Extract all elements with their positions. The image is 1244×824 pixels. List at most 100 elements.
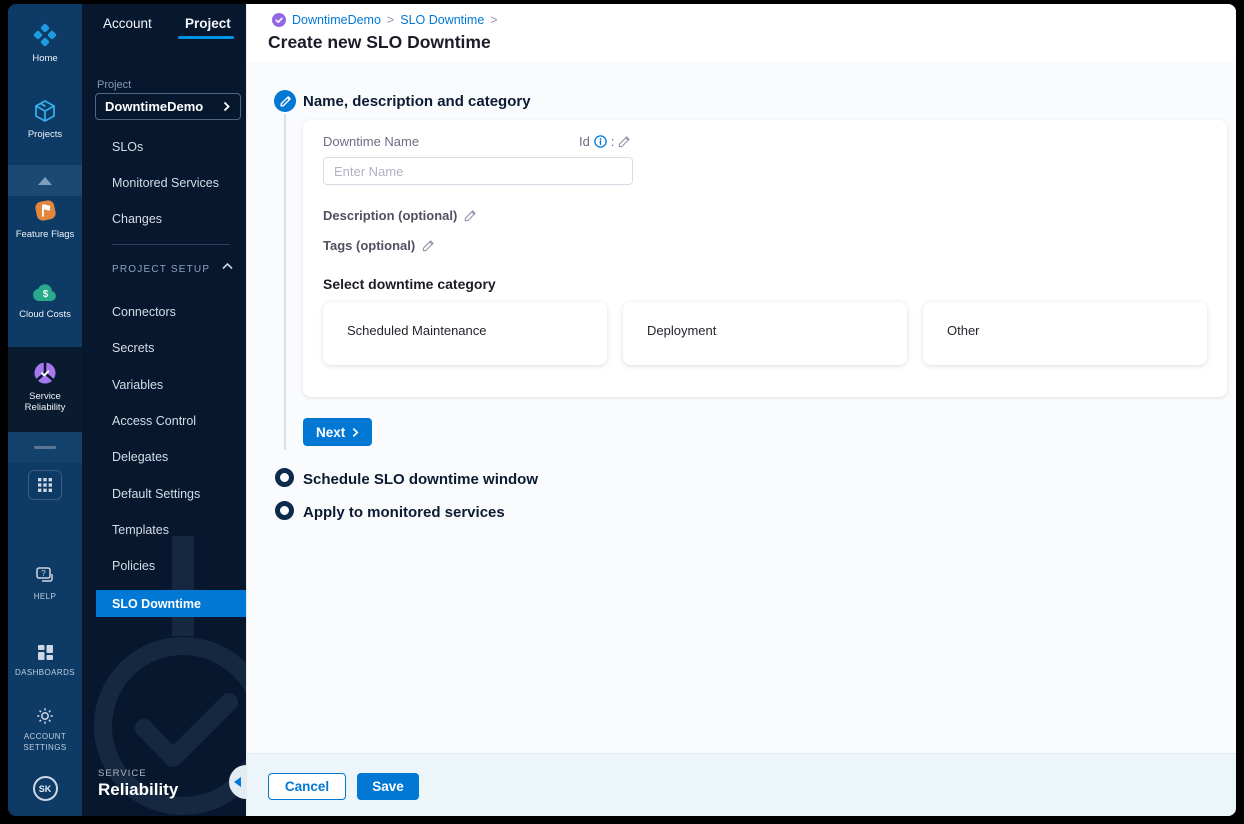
rail-item-cloud-costs[interactable]: $ Cloud Costs	[8, 280, 82, 320]
grid-icon	[28, 470, 62, 500]
breadcrumb: DowntimeDemo > SLO Downtime >	[272, 13, 498, 27]
module-rail: Home Projects Feature Flags $ Cloud Cost…	[8, 4, 82, 816]
tags-row: Tags (optional)	[323, 238, 435, 253]
rail-item-dashboards[interactable]: DASHBOARDS	[8, 643, 82, 678]
pencil-icon	[280, 95, 291, 106]
chevron-up-icon[interactable]	[222, 263, 233, 270]
active-tab-underline	[178, 36, 234, 39]
step1-title: Name, description and category	[303, 93, 531, 110]
category-section-label: Select downtime category	[323, 276, 496, 292]
step2-title[interactable]: Schedule SLO downtime window	[303, 471, 538, 488]
project-sidebar: Account Project Project DowntimeDemo SLO…	[82, 4, 246, 816]
chevron-right-icon	[223, 101, 230, 112]
cloud-costs-icon: $	[32, 284, 56, 302]
app-window: Home Projects Feature Flags $ Cloud Cost…	[8, 4, 1236, 816]
breadcrumb-separator: >	[490, 13, 498, 27]
breadcrumb-separator: >	[386, 13, 395, 27]
cancel-button[interactable]: Cancel	[268, 773, 346, 800]
svg-text:?: ?	[41, 569, 46, 578]
category-card-label: Scheduled Maintenance	[347, 323, 487, 338]
sidebar-item-policies[interactable]: Policies	[112, 559, 155, 575]
rail-item-service-reliability[interactable]: Service Reliability	[8, 360, 82, 413]
action-footer: Cancel Save	[247, 753, 1236, 816]
module-picker-button[interactable]	[8, 470, 82, 500]
rail-item-account-settings[interactable]: ACCOUNT SETTINGS	[8, 706, 82, 753]
sidebar-item-delegates[interactable]: Delegates	[112, 450, 168, 466]
step3-title[interactable]: Apply to monitored services	[303, 504, 505, 521]
tab-project[interactable]: Project	[185, 16, 231, 31]
downtime-name-label: Downtime Name	[323, 134, 420, 149]
id-colon: :	[610, 134, 615, 149]
downtime-name-input[interactable]	[323, 157, 633, 185]
svg-text:$: $	[42, 289, 48, 300]
sidebar-collapse-button[interactable]	[229, 765, 246, 799]
rail-expand-strip[interactable]	[8, 165, 82, 196]
service-reliability-icon	[34, 362, 56, 384]
sidebar-item-access-control[interactable]: Access Control	[112, 414, 196, 430]
sidebar-item-connectors[interactable]: Connectors	[112, 305, 176, 321]
category-card-other[interactable]: Other	[923, 302, 1207, 365]
help-chat-icon: ?	[36, 567, 53, 582]
rail-item-help[interactable]: ? HELP	[8, 566, 82, 602]
sidebar-item-monitored-services[interactable]: Monitored Services	[112, 176, 219, 192]
rail-item-feature-flags[interactable]: Feature Flags	[8, 197, 82, 240]
id-label: Id	[579, 134, 590, 149]
rail-item-projects[interactable]: Projects	[8, 98, 82, 140]
page-title: Create new SLO Downtime	[268, 32, 491, 52]
gear-icon	[37, 708, 53, 724]
service-reliability-crumb-icon	[272, 13, 286, 27]
user-avatar-button[interactable]: SK	[8, 776, 82, 801]
tags-label: Tags (optional)	[323, 238, 416, 253]
sidebar-divider	[112, 244, 230, 245]
info-icon[interactable]	[594, 135, 607, 148]
id-group: Id :	[579, 134, 631, 149]
next-button-label: Next	[316, 424, 346, 440]
step-connector-line	[284, 114, 286, 450]
sidebar-item-slos[interactable]: SLOs	[112, 140, 143, 156]
sidebar-item-templates[interactable]: Templates	[112, 523, 169, 539]
drag-handle-icon	[34, 446, 56, 449]
page-header: DowntimeDemo > SLO Downtime > Create new…	[247, 4, 1236, 62]
project-selector-value: DowntimeDemo	[105, 99, 204, 114]
sidebar-item-secrets[interactable]: Secrets	[112, 341, 154, 357]
category-card-deployment[interactable]: Deployment	[623, 302, 907, 365]
sidebar-item-default-settings[interactable]: Default Settings	[112, 487, 200, 503]
avatar: SK	[32, 776, 58, 801]
project-field-label: Project	[97, 79, 132, 91]
main-content: DowntimeDemo > SLO Downtime > Create new…	[246, 4, 1236, 816]
breadcrumb-project-link[interactable]: DowntimeDemo	[292, 13, 381, 27]
chevron-right-icon	[352, 427, 359, 437]
save-button[interactable]: Save	[357, 773, 419, 800]
projects-cube-icon	[35, 99, 55, 123]
breadcrumb-section-link[interactable]: SLO Downtime	[400, 13, 484, 27]
sidebar-item-changes[interactable]: Changes	[112, 212, 162, 228]
module-kicker: SERVICE	[98, 768, 147, 779]
step3-indicator[interactable]	[275, 501, 294, 520]
edit-id-pencil-icon[interactable]	[618, 135, 631, 148]
module-title: Reliability	[98, 780, 179, 799]
home-icon	[33, 23, 57, 47]
description-row: Description (optional)	[323, 208, 477, 223]
sidebar-item-slo-downtime-active[interactable]: SLO Downtime	[96, 590, 246, 617]
description-label: Description (optional)	[323, 208, 458, 223]
feature-flags-icon	[34, 200, 56, 221]
step2-indicator[interactable]	[275, 468, 294, 487]
chevron-up-icon	[38, 177, 52, 185]
project-setup-header[interactable]: PROJECT SETUP	[112, 264, 210, 275]
dashboards-icon	[37, 645, 53, 660]
step1-form-card: Downtime Name Id : Description (optional…	[303, 120, 1227, 397]
sidebar-item-variables[interactable]: Variables	[112, 378, 163, 394]
category-card-label: Deployment	[647, 323, 717, 338]
chevron-left-icon	[234, 777, 241, 787]
active-item-label: SLO Downtime	[112, 596, 201, 611]
step1-badge	[274, 90, 296, 112]
rail-resize-strip[interactable]	[8, 432, 82, 463]
tab-account[interactable]: Account	[103, 16, 152, 31]
category-card-label: Other	[947, 323, 980, 338]
category-card-scheduled-maintenance[interactable]: Scheduled Maintenance	[323, 302, 607, 365]
edit-description-pencil-icon[interactable]	[464, 209, 477, 222]
rail-item-home[interactable]: Home	[8, 22, 82, 64]
edit-tags-pencil-icon[interactable]	[422, 239, 435, 252]
project-selector[interactable]: DowntimeDemo	[95, 93, 241, 120]
next-button[interactable]: Next	[303, 418, 373, 446]
